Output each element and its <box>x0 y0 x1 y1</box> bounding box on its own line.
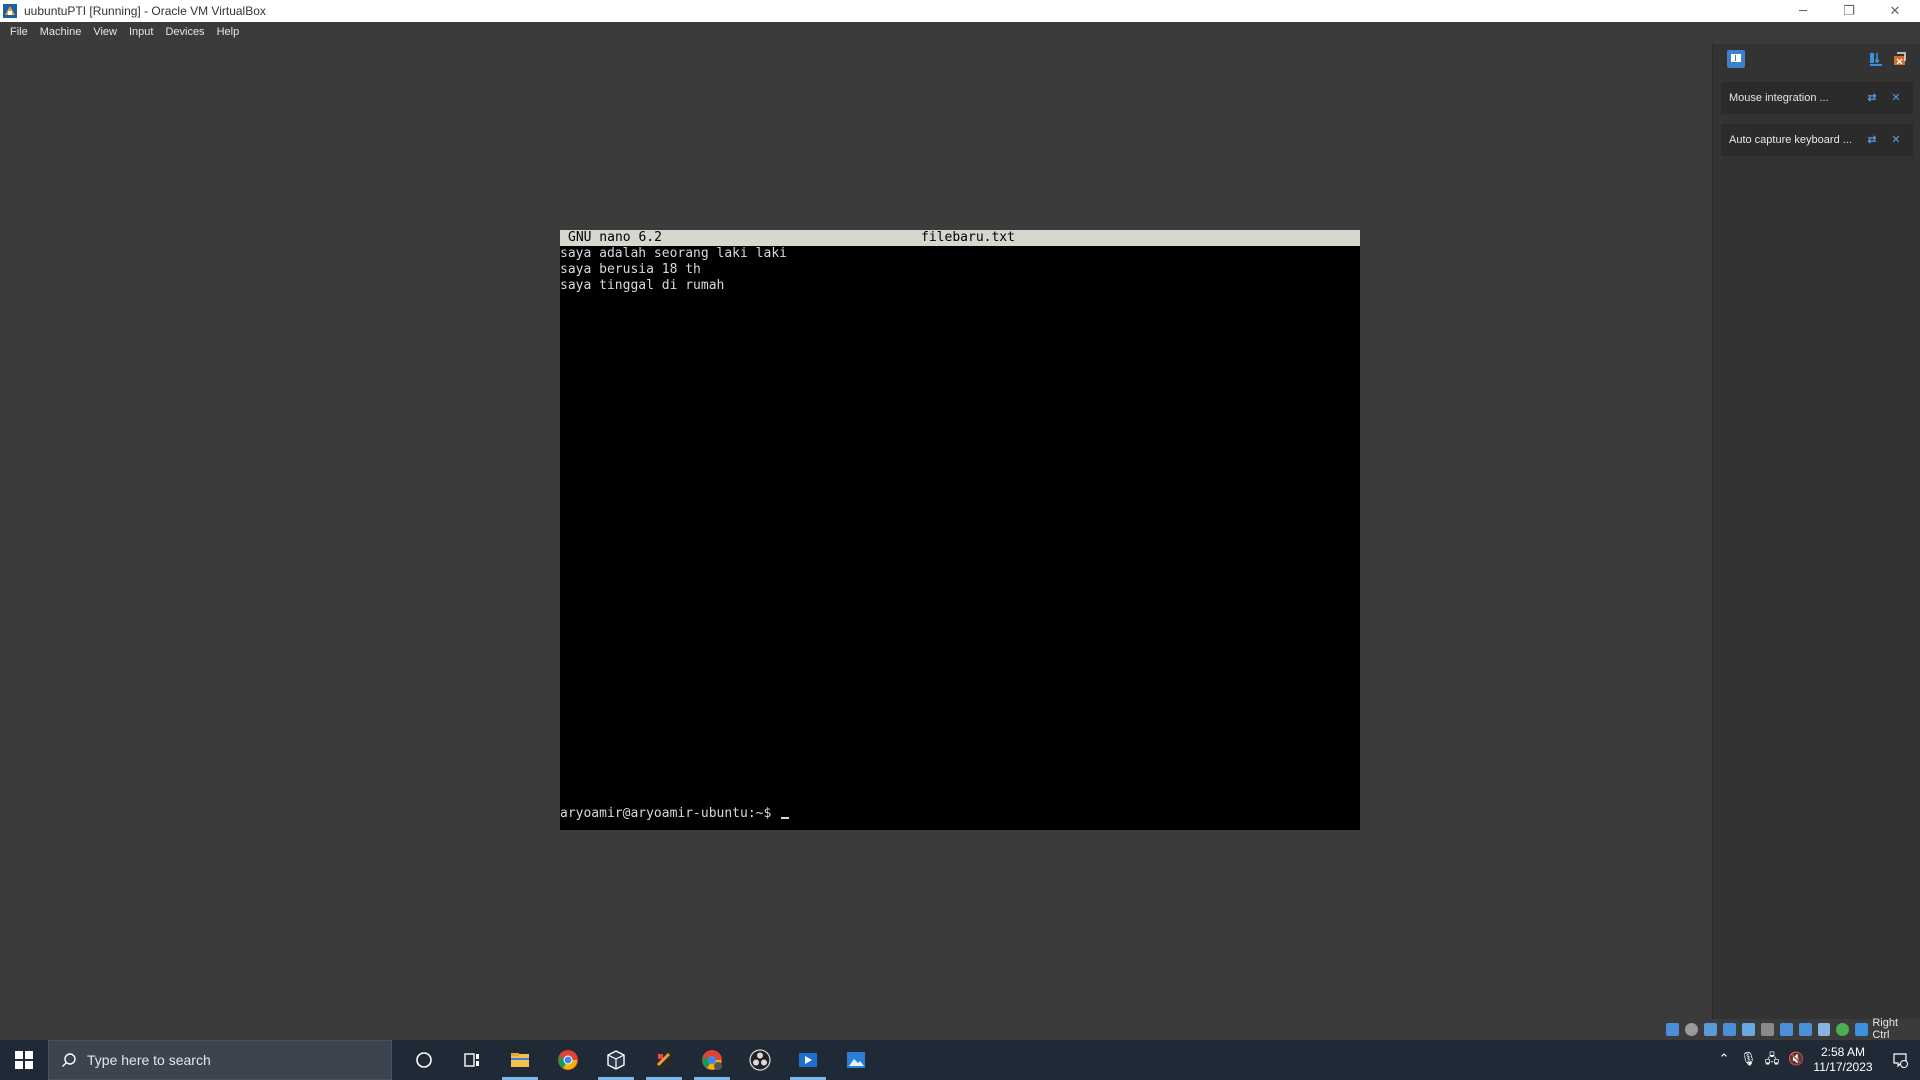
sort-notifications-icon[interactable] <box>1867 50 1885 68</box>
shell-prompt: aryoamir@aryoamir-ubuntu:~$ <box>560 806 780 821</box>
window-title: uubuntuPTI [Running] - Oracle VM Virtual… <box>24 4 266 18</box>
start-button[interactable] <box>0 1040 48 1080</box>
window-titlebar: uubuntuPTI [Running] - Oracle VM Virtual… <box>0 0 1920 22</box>
text-cursor <box>781 817 790 819</box>
taskbar-media-player[interactable] <box>784 1040 832 1080</box>
terminal-line: saya adalah seorang laki laki <box>560 246 787 261</box>
file-explorer-icon <box>511 1053 529 1067</box>
windows-logo-icon <box>15 1051 33 1069</box>
search-placeholder: Type here to search <box>87 1052 211 1068</box>
notification-message: Mouse integration ... <box>1729 92 1829 104</box>
notification-toggle-icon[interactable] <box>1727 50 1745 68</box>
virtualization-icon[interactable] <box>1817 1022 1831 1036</box>
notification-center: Mouse integration ... ⇄ ✕ Auto capture k… <box>1712 44 1920 1019</box>
notification-message: Auto capture keyboard ... <box>1729 134 1852 146</box>
terminal-line: saya tinggal di rumah <box>560 278 725 293</box>
virtualbox-icon <box>607 1050 625 1070</box>
taskbar-chrome[interactable] <box>544 1040 592 1080</box>
app-icon <box>656 1052 672 1068</box>
chrome-icon <box>558 1050 578 1070</box>
menu-input[interactable]: Input <box>123 26 159 38</box>
close-icon[interactable]: ✕ <box>1889 91 1903 105</box>
menu-devices[interactable]: Devices <box>159 26 210 38</box>
media-player-icon <box>799 1053 817 1067</box>
host-key-label: Right Ctrl <box>1872 1017 1899 1041</box>
virtualbox-app-icon <box>2 3 18 19</box>
taskbar-photos[interactable] <box>832 1040 880 1080</box>
show-hidden-icons-icon[interactable]: ⌃ <box>1716 1052 1732 1068</box>
close-button[interactable]: ✕ <box>1872 0 1918 22</box>
taskbar-app[interactable] <box>640 1040 688 1080</box>
menu-view[interactable]: View <box>87 26 123 38</box>
nano-title-bar: GNU nano 6.2 filebaru.txt <box>560 230 1360 246</box>
clock-time: 2:58 AM <box>1820 1045 1866 1059</box>
restore-button[interactable]: ❐ <box>1826 0 1872 22</box>
menu-help[interactable]: Help <box>211 26 246 38</box>
menu-machine[interactable]: Machine <box>34 26 88 38</box>
network-icon[interactable] <box>1722 1022 1736 1036</box>
hard-disk-icon[interactable] <box>1666 1022 1679 1036</box>
nano-filename: filebaru.txt <box>921 230 1015 245</box>
microphone-icon[interactable]: 🎙 <box>1740 1052 1757 1068</box>
terminal-line: saya berusia 18 th <box>560 262 701 277</box>
info-icon[interactable]: ⇄ <box>1865 91 1879 105</box>
windows-taskbar: Type here to search ⌃ 🎙 🖧 🔇 2:58 AM 11/1… <box>0 1040 1920 1080</box>
system-tray: ⌃ 🎙 🖧 🔇 2:58 AM 11/17/2023 <box>1712 1040 1920 1080</box>
shell-prompt-line[interactable]: aryoamir@aryoamir-ubuntu:~$ <box>560 806 790 822</box>
photos-icon <box>847 1052 865 1068</box>
taskbar-virtualbox[interactable] <box>592 1040 640 1080</box>
recording-icon[interactable] <box>1798 1022 1812 1036</box>
taskbar-file-explorer[interactable] <box>496 1040 544 1080</box>
vm-status-bar: Right Ctrl <box>1660 1017 1920 1041</box>
shared-folders-icon[interactable] <box>1760 1022 1774 1036</box>
menu-bar: File Machine View Input Devices Help <box>0 22 1920 41</box>
task-view-button[interactable] <box>448 1040 496 1080</box>
minimize-button[interactable]: ─ <box>1780 0 1826 22</box>
action-center-icon[interactable] <box>1892 1052 1908 1068</box>
search-icon <box>62 1053 76 1067</box>
display-icon[interactable] <box>1779 1022 1793 1036</box>
cortana-button[interactable] <box>400 1040 448 1080</box>
taskbar-chrome-profile[interactable] <box>688 1040 736 1080</box>
usb-icon[interactable] <box>1741 1022 1755 1036</box>
taskbar-search[interactable]: Type here to search <box>48 1040 392 1080</box>
taskbar-obs[interactable] <box>736 1040 784 1080</box>
volume-muted-icon[interactable]: 🔇 <box>1788 1052 1804 1068</box>
cortana-icon <box>416 1052 432 1068</box>
mouse-integration-icon[interactable] <box>1836 1022 1850 1036</box>
taskbar-clock[interactable]: 2:58 AM 11/17/2023 <box>1808 1045 1878 1075</box>
keyboard-capture-icon[interactable] <box>1855 1022 1869 1036</box>
optical-drive-icon[interactable] <box>1684 1022 1698 1036</box>
info-icon[interactable]: ⇄ <box>1865 133 1879 147</box>
clear-notifications-icon[interactable] <box>1891 50 1909 68</box>
network-icon[interactable]: 🖧 <box>1764 1052 1780 1068</box>
notification-toolbar <box>1713 44 1920 72</box>
close-icon[interactable]: ✕ <box>1889 133 1903 147</box>
task-view-icon <box>464 1053 479 1067</box>
vm-display[interactable]: GNU nano 6.2 filebaru.txt saya adalah se… <box>560 230 1360 830</box>
notification-auto-capture-keyboard[interactable]: Auto capture keyboard ... ⇄ ✕ <box>1721 124 1913 156</box>
notification-mouse-integration[interactable]: Mouse integration ... ⇄ ✕ <box>1721 82 1913 114</box>
obs-icon <box>749 1049 771 1071</box>
menu-file[interactable]: File <box>4 26 34 38</box>
audio-icon[interactable] <box>1703 1022 1717 1036</box>
clock-date: 11/17/2023 <box>1813 1060 1873 1074</box>
chrome-profile-icon <box>702 1050 722 1070</box>
